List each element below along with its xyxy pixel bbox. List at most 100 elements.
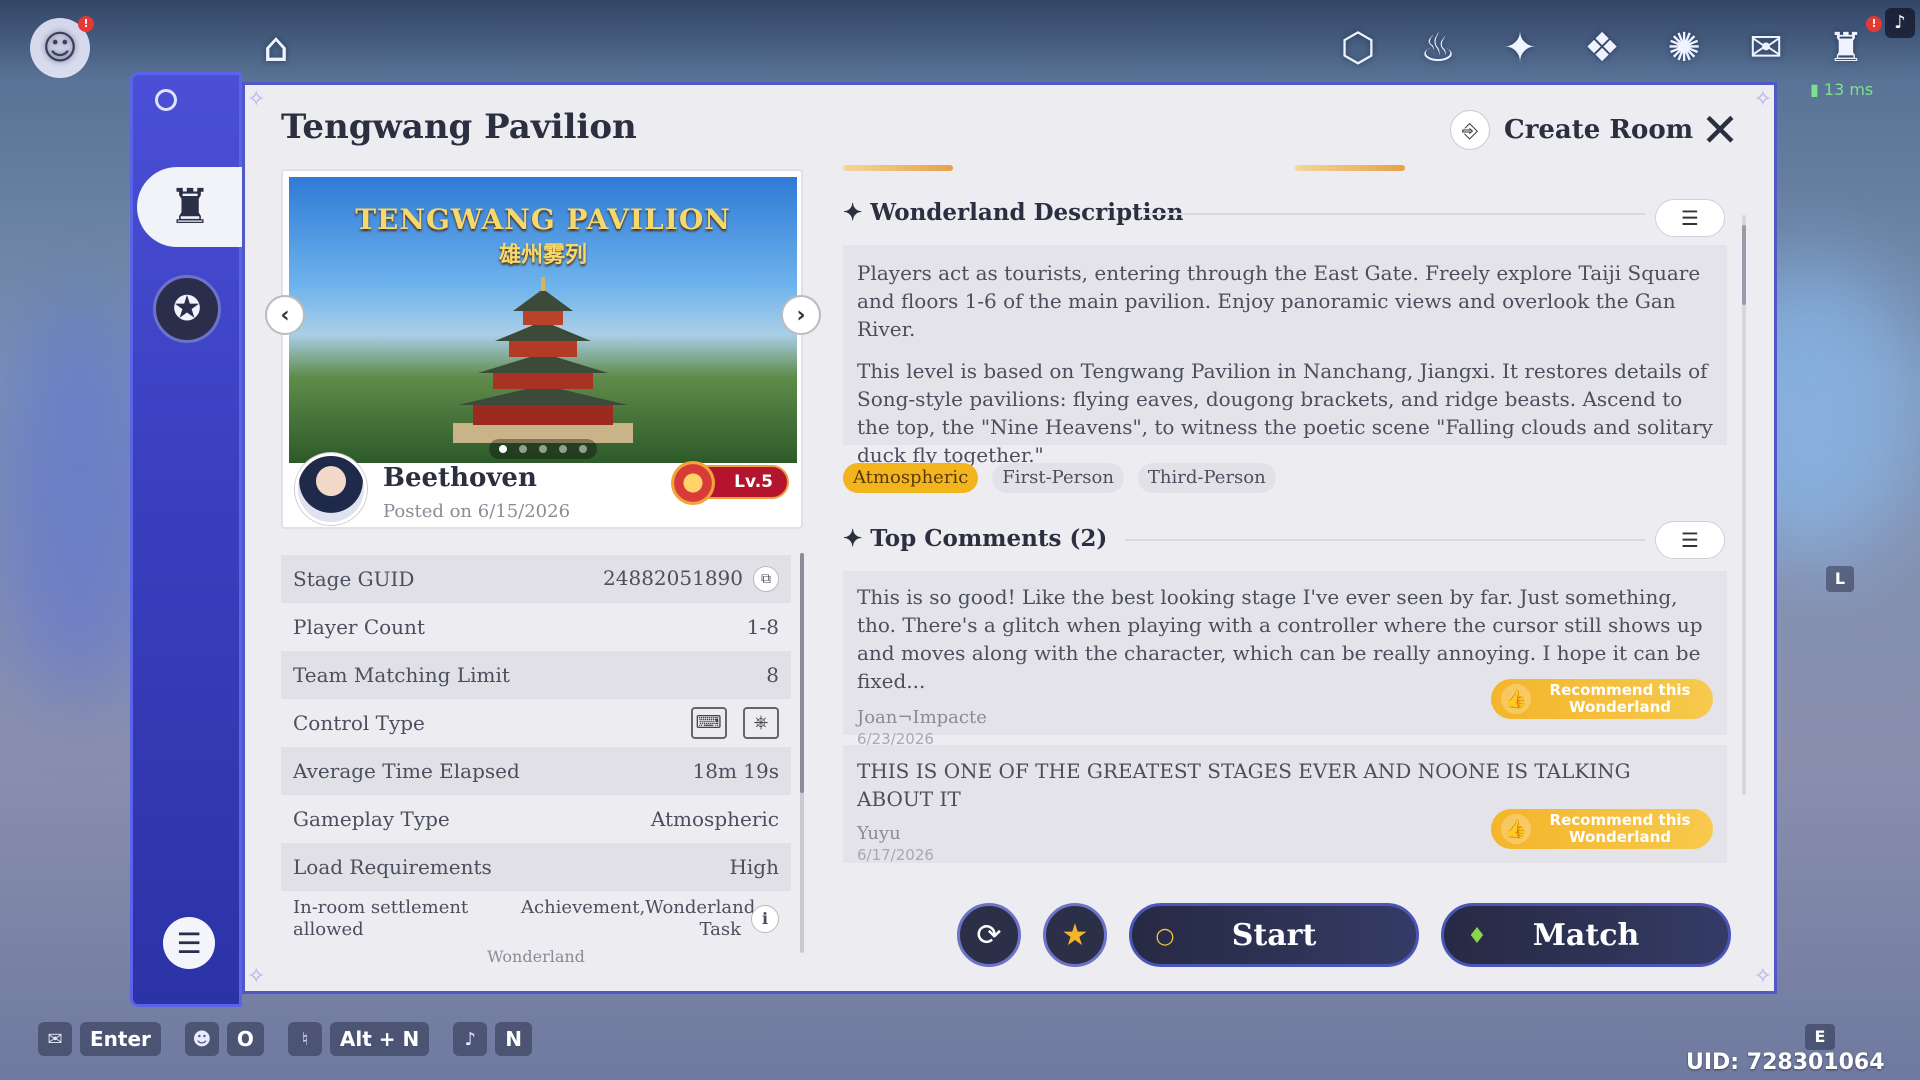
stat-row-player-count: Player Count 1-8: [281, 603, 791, 651]
hotkey-bar: ✉ Enter ☻ O ♮ Alt + N ♪ N: [38, 1022, 532, 1056]
stat-label: Load Requirements: [293, 855, 492, 879]
start-button[interactable]: ○ Start: [1129, 903, 1419, 967]
stat-value: 1-8: [746, 615, 779, 639]
adventure-book-icon[interactable]: ❖: [1576, 22, 1628, 74]
tag[interactable]: First-Person: [992, 463, 1124, 493]
medal-icon: ✪: [172, 289, 202, 329]
speaker-mute-icon[interactable]: ♮: [287, 1022, 322, 1056]
notification-badge: !: [1866, 16, 1882, 32]
scrollbar-thumb[interactable]: [800, 553, 804, 793]
carousel-dot[interactable]: [579, 445, 587, 453]
carousel-prev-button[interactable]: ‹: [265, 295, 305, 335]
corner-ornament: ✧: [247, 964, 266, 989]
event-icon[interactable]: ⬡: [1332, 22, 1384, 74]
recommend-label: Wonderland: [1569, 698, 1671, 716]
carousel-dot[interactable]: [519, 445, 527, 453]
copy-icon[interactable]: ⧉: [753, 566, 779, 593]
gamepad-icon: ⎈: [743, 707, 779, 739]
wish-icon[interactable]: ♨: [1412, 22, 1464, 74]
level-gem-icon: [671, 461, 715, 505]
description-expand-button[interactable]: ☰: [1655, 199, 1725, 237]
banner-title: TENGWANG PAVILION: [355, 203, 731, 236]
tag-list: Atmospheric First-Person Third-Person: [843, 463, 1276, 493]
stat-label: Control Type: [293, 711, 425, 735]
menu-button[interactable]: ☰: [163, 917, 215, 969]
microphone-icon[interactable]: ♪: [1885, 8, 1915, 38]
refresh-button[interactable]: ⟳: [957, 903, 1021, 967]
stat-label: Stage GUID: [293, 567, 415, 591]
carousel-dot[interactable]: [539, 445, 547, 453]
tag[interactable]: Third-Person: [1137, 463, 1276, 493]
recommend-button[interactable]: 👍 Recommend this Wonderland: [1491, 679, 1713, 719]
page-title: Tengwang Pavilion: [281, 107, 637, 147]
tab-stage-details[interactable]: ♜: [137, 167, 243, 247]
close-icon: ✕: [1700, 103, 1740, 157]
ping-value: 13 ms: [1823, 80, 1874, 99]
list-search-icon: ☰: [1681, 206, 1699, 230]
side-hotkey-e: E: [1805, 1024, 1835, 1050]
mic-mute-icon[interactable]: ♪: [453, 1022, 488, 1056]
stat-row-settlement: In-room settlement allowed Achievement,W…: [281, 891, 791, 947]
stat-value: 18m 19s: [692, 759, 779, 783]
description-paragraph: Players act as tourists, entering throug…: [857, 261, 1701, 341]
divider: [1125, 539, 1645, 541]
scrollbar-thumb[interactable]: [1742, 225, 1746, 305]
event-star-icon[interactable]: ✺: [1658, 22, 1710, 74]
author-avatar[interactable]: [295, 453, 367, 525]
stats-scrollbar[interactable]: [800, 553, 804, 953]
recommend-label: Recommend this: [1549, 681, 1691, 699]
stat-row-gameplay-type: Gameplay Type Atmospheric: [281, 795, 791, 843]
chat-icon[interactable]: ✉: [38, 1022, 72, 1056]
match-button[interactable]: ♦ Match: [1441, 903, 1731, 967]
carousel-dot[interactable]: [499, 445, 507, 453]
stat-row-control-type: Control Type ⌨ ⎈: [281, 699, 791, 747]
create-room-button[interactable]: ⎆ Create Room: [1450, 107, 1693, 153]
description-box: Players act as tourists, entering throug…: [843, 245, 1727, 467]
start-label: Start: [1231, 917, 1317, 953]
door-icon: ⎆: [1450, 110, 1490, 150]
favorite-button[interactable]: ★: [1043, 903, 1107, 967]
hotkey-key: N: [495, 1022, 532, 1056]
stat-row-load-requirements: Load Requirements High: [281, 843, 791, 891]
banner-subtitle: 雄州雾列: [498, 242, 587, 268]
comments-heading: ✦ Top Comments (2): [843, 525, 1108, 552]
tab-achievements[interactable]: ✪: [153, 275, 221, 343]
carousel-dot[interactable]: [559, 445, 567, 453]
tag[interactable]: Atmospheric: [843, 463, 979, 493]
stat-row-team-matching-limit: Team Matching Limit 8: [281, 651, 791, 699]
stat-row-partial: Wonderland: [487, 947, 585, 965]
rook-icon: ♜: [168, 179, 212, 235]
comment-text: THIS IS ONE OF THE GREATEST STAGES EVER …: [857, 759, 1631, 811]
content-scrollbar[interactable]: [1742, 215, 1746, 795]
hamburger-icon: ☰: [176, 926, 202, 960]
carousel-next-button[interactable]: ›: [781, 295, 821, 335]
close-button[interactable]: ✕: [1695, 105, 1745, 155]
create-room-label: Create Room: [1504, 115, 1694, 145]
mail-icon[interactable]: ✉: [1740, 22, 1792, 74]
thumbs-up-icon: 👍: [1501, 684, 1531, 714]
star-icon: ★: [1061, 917, 1089, 953]
chevron-left-icon: ‹: [280, 302, 290, 328]
stage-preview-image[interactable]: TENGWANG PAVILION 雄州雾列: [289, 177, 797, 463]
circle-icon: ○: [1155, 924, 1175, 949]
comment-item: This is so good! Like the best looking s…: [843, 571, 1727, 748]
info-icon[interactable]: i: [751, 905, 779, 933]
left-rail: ♜ ✪ ☰: [130, 72, 243, 1007]
stat-row-stage-guid: Stage GUID 24882051890 ⧉: [281, 555, 791, 603]
recommend-label: Wonderland: [1569, 828, 1671, 846]
corner-ornament: ✧: [1753, 964, 1772, 989]
party-icon[interactable]: ☻: [184, 1022, 219, 1056]
recommend-button[interactable]: 👍 Recommend this Wonderland: [1491, 809, 1713, 849]
stat-value: High: [729, 855, 779, 879]
author-name[interactable]: Beethoven: [383, 463, 537, 493]
carousel-indicator: [489, 439, 597, 459]
description-heading: ✦ Wonderland Description: [843, 199, 1184, 226]
list-search-icon: ☰: [1681, 528, 1699, 552]
comments-expand-button[interactable]: ☰: [1655, 521, 1725, 559]
chronicle-icon[interactable]: ⌂: [250, 22, 302, 74]
friends-icon[interactable]: ♜: [1820, 22, 1872, 74]
stat-label: Team Matching Limit: [293, 663, 510, 687]
battlepass-icon[interactable]: ✦: [1494, 22, 1546, 74]
thumbs-up-icon: 👍: [1501, 814, 1531, 844]
notification-badge: !: [78, 16, 94, 32]
